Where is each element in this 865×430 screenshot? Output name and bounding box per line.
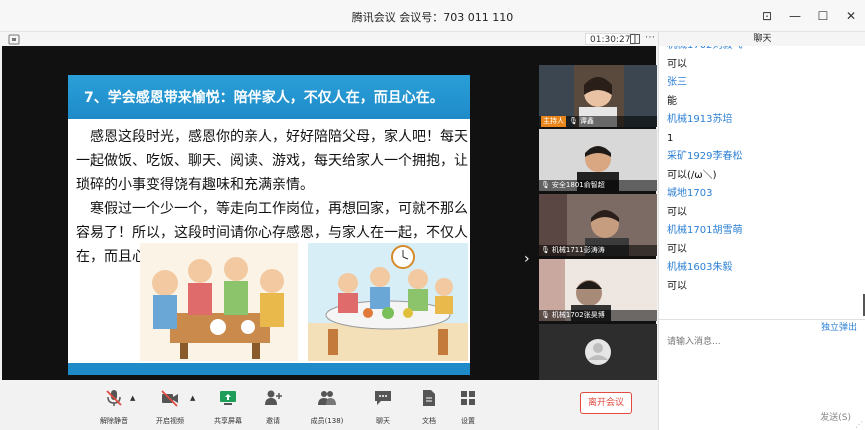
close-icon[interactable]: ✕ — [837, 0, 865, 32]
microphone-muted-icon: 🎙 — [541, 246, 550, 254]
slide-header: 7、学会感恩带来愉悦：陪伴家人，不仅人在，而且心在。 — [68, 75, 470, 119]
chat-sender: 张三 — [667, 77, 687, 88]
chat-bubble-icon — [375, 391, 391, 405]
leave-meeting-button[interactable]: 离开会议 — [580, 392, 632, 414]
start-video-button[interactable]: 开启视频 — [145, 388, 195, 426]
chat-message: 可以 — [667, 59, 687, 70]
chat-sender: 机械1702刘毅飞 — [667, 46, 857, 55]
presentation-slide: 7、学会感恩带来愉悦：陪伴家人，不仅人在，而且心在。 感恩这段时光，感恩你的亲人… — [68, 75, 470, 375]
camera-off-icon — [161, 390, 178, 407]
slide-paragraph: 感恩这段时光，感恩你的亲人，好好陪陪父母，家人吧！每天一起做饭、吃饭、聊天、阅读… — [76, 129, 468, 193]
chat-sender: 机械1701胡雪萌 — [667, 225, 743, 236]
meeting-timer: 01:30:27 — [585, 33, 636, 45]
meeting-status-bar: 01:30:27 ⋯ — [0, 32, 658, 46]
members-button[interactable]: 成员(138) — [302, 388, 352, 426]
participant-tile[interactable]: 🎙 安全1801俞智超 — [539, 129, 657, 191]
chat-message: 可以 — [667, 244, 687, 255]
participant-name: 谭鑫 — [579, 117, 594, 125]
share-screen-label: 共享屏幕 — [214, 417, 242, 425]
next-page-chevron-icon[interactable]: › — [524, 251, 530, 267]
invite-button[interactable]: 邀请 — [248, 388, 298, 426]
members-label: 成员(138) — [310, 417, 344, 425]
microphone-muted-icon: 🎙 — [541, 311, 550, 319]
members-icon — [318, 391, 336, 405]
security-shield-icon[interactable] — [8, 34, 20, 45]
chat-message-input[interactable] — [667, 334, 857, 350]
chat-message: 可以(/ω＼) — [667, 170, 717, 181]
meeting-area: 01:30:27 ⋯ 7、学会感恩带来愉悦：陪伴家人，不仅人在，而且心在。 感恩… — [0, 32, 658, 430]
start-video-label: 开启视频 — [156, 417, 184, 425]
family-dinner-illustration — [308, 243, 468, 361]
chat-sender: 机械1913苏培 — [667, 114, 733, 125]
maximize-icon[interactable]: ☐ — [809, 0, 837, 32]
pin-icon[interactable]: ⊡ — [753, 0, 781, 32]
chat-message-list[interactable]: 机械1702刘毅飞 可以 张三 能 机械1913苏培 1 采矿1929李春松 可… — [667, 46, 857, 318]
window-controls: ⊡ — ☐ ✕ — [753, 0, 865, 32]
chat-message: 可以 — [667, 281, 687, 292]
participant-label: 🎙 机械1702张昊博 — [539, 310, 657, 321]
chat-sender: 城地1703 — [667, 188, 713, 199]
settings-label: 设置 — [461, 417, 475, 425]
chat-sender: 机械1603朱毅 — [667, 262, 733, 273]
participant-tile[interactable]: 主持人 🎙 谭鑫 — [539, 65, 657, 127]
participant-tile[interactable]: 🎙 机械1702张昊博 — [539, 259, 657, 321]
video-options-caret-icon[interactable]: ▲ — [190, 394, 195, 402]
chat-panel: 聊天 机械1702刘毅飞 可以 张三 能 机械1913苏培 1 采矿1929李春… — [658, 32, 865, 430]
layout-view-icon[interactable] — [630, 34, 640, 44]
more-icon[interactable]: ⋯ — [645, 32, 655, 43]
chat-label: 聊天 — [376, 417, 390, 425]
chat-panel-title: 聊天 — [659, 32, 865, 46]
meeting-window: 腾讯会议 会议号：703 011 110 ⊡ — ☐ ✕ 01:30:27 ⋯ — [0, 0, 865, 430]
participant-name: 安全1801俞智超 — [551, 181, 605, 189]
title-bar: 腾讯会议 会议号：703 011 110 ⊡ — ☐ ✕ — [0, 0, 865, 32]
participant-tile[interactable]: 🎙 机械1711彭涛涛 — [539, 194, 657, 256]
minimize-icon[interactable]: — — [781, 0, 809, 32]
participant-tile[interactable] — [539, 324, 657, 380]
add-user-icon — [265, 390, 282, 405]
chat-message: 1 — [667, 133, 674, 144]
participant-label: 🎙 机械1711彭涛涛 — [539, 245, 657, 256]
document-icon — [423, 390, 435, 406]
settings-grid-icon — [461, 391, 475, 405]
window-title: 腾讯会议 会议号：703 011 110 — [351, 11, 514, 24]
chat-sender: 采矿1929李春松 — [667, 151, 743, 162]
popout-chat-link[interactable]: 独立弹出 — [821, 320, 857, 333]
microphone-muted-icon — [106, 390, 122, 406]
microphone-icon: 🎙 — [569, 117, 578, 125]
slide-footer-bar — [68, 363, 470, 375]
participant-name: 机械1711彭涛涛 — [551, 246, 605, 254]
host-badge: 主持人 — [541, 116, 566, 127]
resize-grip-icon[interactable]: ⋰ — [855, 420, 863, 429]
share-screen-icon — [220, 391, 236, 405]
participant-name: 机械1702张昊博 — [551, 311, 605, 319]
meeting-toolbar: 解除静音 ▲ 开启视频 ▲ 共享屏幕 邀请 成员(138) 聊天 文档 设置 离… — [0, 382, 658, 430]
send-button[interactable]: 发送(S) — [820, 410, 851, 423]
share-screen-button[interactable]: 共享屏幕 — [203, 388, 253, 426]
invite-label: 邀请 — [266, 417, 280, 425]
chat-message: 可以 — [667, 207, 687, 218]
participant-label: 主持人 🎙 谭鑫 — [539, 116, 657, 127]
microphone-muted-icon: 🎙 — [541, 181, 550, 189]
avatar — [539, 324, 657, 380]
settings-button[interactable]: 设置 — [443, 388, 493, 426]
chat-button[interactable]: 聊天 — [358, 388, 408, 426]
slide-title: 7、学会感恩带来愉悦：陪伴家人，不仅人在，而且心在。 — [84, 90, 444, 106]
chat-message: 能 — [667, 96, 677, 107]
audio-options-caret-icon[interactable]: ▲ — [130, 394, 135, 402]
participant-label: 🎙 安全1801俞智超 — [539, 180, 657, 191]
shared-screen-view: 7、学会感恩带来愉悦：陪伴家人，不仅人在，而且心在。 感恩这段时光，感恩你的亲人… — [2, 46, 657, 380]
unmute-label: 解除静音 — [100, 417, 128, 425]
family-gathering-illustration — [140, 243, 298, 361]
